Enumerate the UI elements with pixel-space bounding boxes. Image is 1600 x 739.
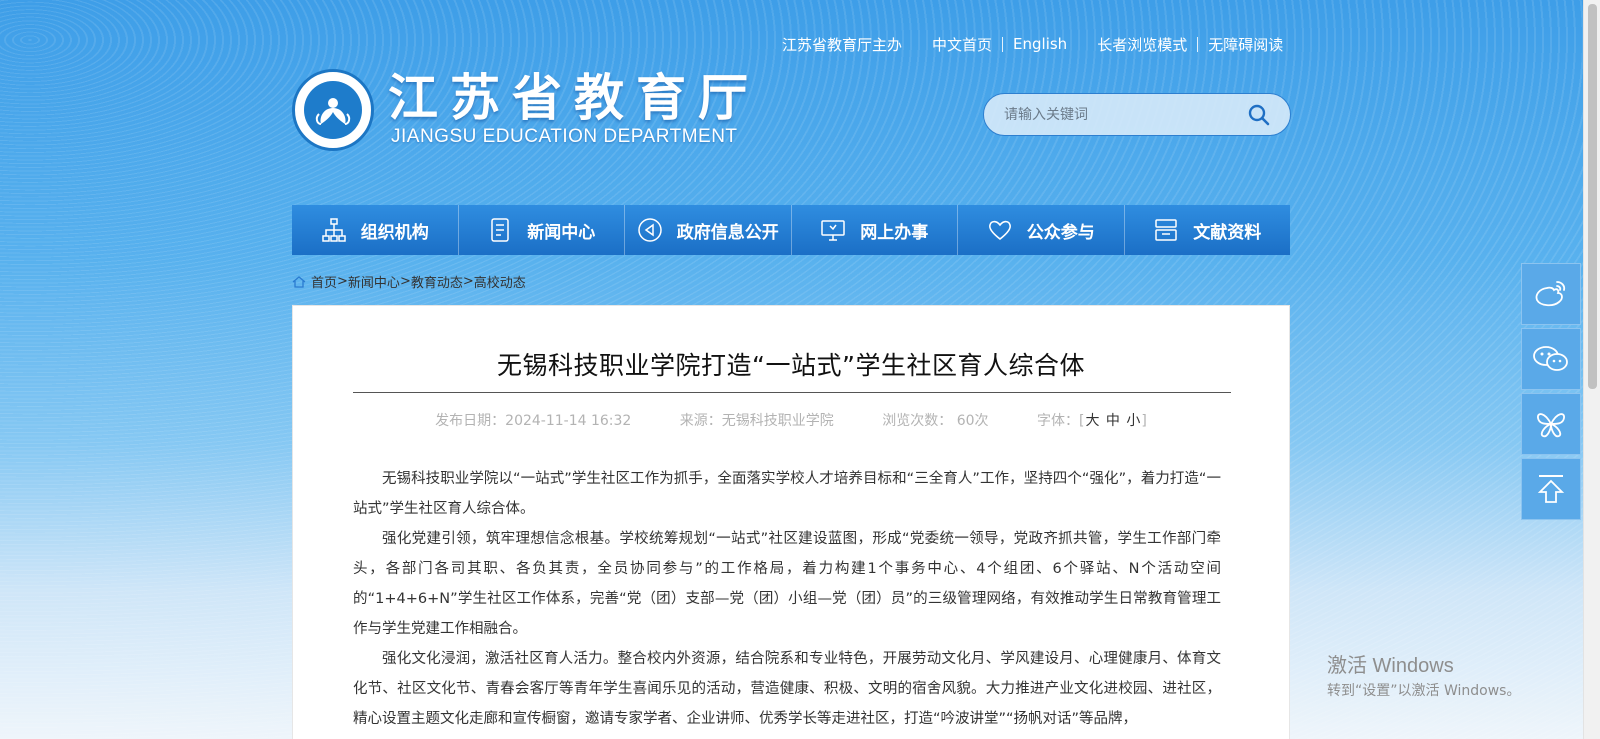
nav-news[interactable]: 新闻中心 (459, 205, 625, 255)
windows-activation-watermark: 激活 Windows 转到“设置”以激活 Windows。 (1327, 654, 1520, 702)
article-paragraph: 强化文化浸润，激活社区育人活力。整合校内外资源，结合院系和专业特色，开展劳动文化… (353, 651, 1221, 727)
main-nav: 组织机构 新闻中心 政府信息公开 网上办事 公众参与 文献资料 (292, 205, 1290, 255)
nav-label: 新闻中心 (527, 222, 596, 243)
nav-label: 网上办事 (860, 222, 929, 243)
breadcrumb-home[interactable]: 首页 (311, 272, 337, 291)
divider (1002, 36, 1004, 52)
accessible-reading-link[interactable]: 无障碍阅读 (1208, 34, 1283, 55)
article-panel: 无锡科技职业学院打造“一站式”学生社区育人综合体 发布日期：2024-11-14… (292, 305, 1290, 739)
nav-gov-info[interactable]: 政府信息公开 (625, 205, 792, 255)
emblem-icon (315, 98, 351, 125)
speaker-icon (637, 217, 663, 243)
article-paragraph: 强化党建引领，筑牢理想信念根基。学校统筹规划“一站式”社区建设蓝图，形成“党委统… (353, 531, 1221, 637)
org-chart-icon (321, 217, 347, 243)
divider (1197, 36, 1199, 52)
font-medium-button[interactable]: 中 (1106, 413, 1120, 429)
sponsor-text: 江苏省教育厅主办 (782, 35, 903, 54)
article-meta: 发布日期：2024-11-14 16:32 来源：无锡科技职业学院 浏览次数： … (293, 410, 1289, 430)
article-paragraph: 无锡科技职业学院以“一站式”学生社区工作为抓手，全面落实学校人才培养目标和“三全… (353, 471, 1221, 517)
back-to-top-button[interactable] (1521, 458, 1581, 520)
watermark-line2: 转到“设置”以激活 Windows。 (1327, 683, 1521, 699)
breadcrumb-education-news[interactable]: 教育动态 (411, 272, 463, 291)
chinese-home-link[interactable]: 中文首页 (932, 34, 992, 55)
breadcrumb-university-news[interactable]: 高校动态 (474, 272, 526, 291)
elder-mode-link[interactable]: 长者浏览模式 (1097, 34, 1187, 55)
wechat-button[interactable] (1521, 328, 1581, 390)
font-size-bracket: ] (1141, 413, 1147, 429)
search-input[interactable] (1004, 94, 1234, 135)
title-divider (353, 392, 1231, 393)
article-title: 无锡科技职业学院打造“一站式”学生社区育人综合体 (497, 351, 1085, 380)
breadcrumb-news-center[interactable]: 新闻中心 (348, 272, 400, 291)
weibo-button[interactable] (1521, 263, 1581, 325)
mini-program-button[interactable] (1521, 393, 1581, 455)
document-icon (487, 217, 513, 243)
breadcrumb-separator: > (337, 274, 348, 289)
page-scrollbar[interactable] (1583, 0, 1600, 739)
font-size-label: 字体：[ (1036, 413, 1085, 429)
archive-icon (1153, 217, 1179, 243)
nav-org[interactable]: 组织机构 (292, 205, 459, 255)
watermark-line1: 激活 Windows (1327, 655, 1454, 677)
search-icon (1248, 104, 1270, 126)
search-box (983, 93, 1291, 136)
font-small-button[interactable]: 小 (1126, 413, 1140, 429)
nav-public-participation[interactable]: 公众参与 (958, 205, 1125, 255)
breadcrumb-separator: > (399, 274, 411, 289)
scrollbar-thumb[interactable] (1588, 4, 1597, 389)
publish-date: 发布日期：2024-11-14 16:32 (435, 413, 632, 429)
english-link[interactable]: English (1013, 35, 1067, 53)
monitor-icon (820, 217, 846, 243)
back-to-top-icon (1537, 475, 1565, 503)
top-links: 江苏省教育厅主办 中文首页 English 长者浏览模式 无障碍阅读 (782, 34, 1302, 54)
nav-documents[interactable]: 文献资料 (1125, 205, 1291, 255)
weibo-icon (1535, 281, 1566, 307)
article-source: 来源：无锡科技职业学院 (679, 413, 834, 429)
wechat-icon (1533, 346, 1568, 371)
search-button[interactable] (1246, 102, 1272, 128)
nav-label: 文献资料 (1193, 222, 1262, 243)
breadcrumb-separator: > (462, 274, 474, 289)
nav-label: 政府信息公开 (676, 222, 779, 243)
logo-emblem[interactable] (292, 69, 374, 151)
site-subtitle: JIANGSU EDUCATION DEPARTMENT (391, 126, 738, 147)
font-large-button[interactable]: 大 (1085, 413, 1099, 429)
view-count: 浏览次数： 60次 (882, 413, 989, 429)
nav-online-service[interactable]: 网上办事 (792, 205, 958, 255)
home-icon (292, 275, 306, 289)
nav-label: 公众参与 (1026, 222, 1095, 243)
breadcrumb: 首页 > 新闻中心 > 教育动态 > 高校动态 (292, 272, 526, 291)
nav-label: 组织机构 (360, 222, 429, 243)
font-size-control: 字体：[大 中 小] (1037, 413, 1147, 429)
butterfly-icon (1537, 413, 1565, 438)
article-body: 无锡科技职业学院以“一站式”学生社区工作为抓手，全面落实学校人才培养目标和“三全… (353, 464, 1221, 734)
heart-icon (987, 217, 1013, 243)
site-title[interactable]: 江苏省教育厅 (388, 70, 760, 126)
